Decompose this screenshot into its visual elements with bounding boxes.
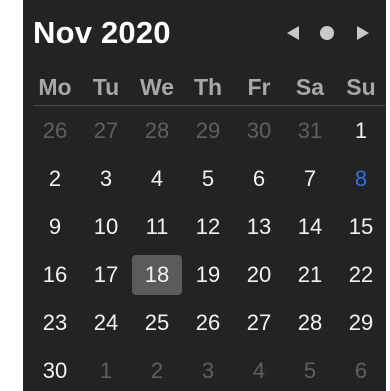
- weekday-label: Sa: [295, 74, 325, 100]
- day-cell[interactable]: 25: [132, 303, 182, 343]
- day-cell[interactable]: 28: [285, 303, 335, 343]
- day-cell[interactable]: 10: [81, 207, 131, 247]
- weekday-label: We: [139, 74, 175, 100]
- day-cell[interactable]: 3: [183, 351, 233, 391]
- day-cell[interactable]: 5: [183, 159, 233, 199]
- calendar-grid: 26 27 28 29 30 31 1 2 3 4 5 6 7 8 9 10 1…: [23, 111, 386, 391]
- day-cell[interactable]: 3: [81, 159, 131, 199]
- day-cell[interactable]: 1: [336, 111, 386, 151]
- weekday-divider: [33, 105, 385, 106]
- weekday-header-row: Mo Tu We Th Fr Sa Su: [23, 68, 386, 106]
- day-cell[interactable]: 9: [30, 207, 80, 247]
- day-cell[interactable]: 11: [132, 207, 182, 247]
- day-cell[interactable]: 24: [81, 303, 131, 343]
- day-cell[interactable]: 12: [183, 207, 233, 247]
- weekday-label: Tu: [92, 74, 120, 100]
- month-year-title: Nov 2020: [33, 15, 171, 50]
- day-cell[interactable]: 30: [30, 351, 80, 391]
- day-cell[interactable]: 15: [336, 207, 386, 247]
- day-cell[interactable]: 30: [234, 111, 284, 151]
- day-cell[interactable]: 1: [81, 351, 131, 391]
- dot-icon: [320, 26, 334, 40]
- day-cell[interactable]: 13: [234, 207, 284, 247]
- day-cell[interactable]: 27: [81, 111, 131, 151]
- selected-day-cell[interactable]: 18: [132, 255, 182, 295]
- day-cell[interactable]: 26: [30, 111, 80, 151]
- month-navigation: [281, 20, 377, 46]
- weekday-label: Fr: [247, 74, 271, 100]
- triangle-left-icon: [287, 26, 299, 40]
- day-cell[interactable]: 27: [234, 303, 284, 343]
- day-cell[interactable]: 26: [183, 303, 233, 343]
- day-cell[interactable]: 6: [234, 159, 284, 199]
- today-button[interactable]: [315, 20, 339, 46]
- next-month-button[interactable]: [351, 20, 375, 46]
- day-cell[interactable]: 21: [285, 255, 335, 295]
- day-cell[interactable]: 5: [285, 351, 335, 391]
- day-cell[interactable]: 19: [183, 255, 233, 295]
- calendar-widget: Nov 2020 Mo Tu We Th Fr Sa Su 26 27 28 2…: [23, 0, 386, 391]
- weekday-label: Mo: [38, 74, 72, 100]
- day-cell[interactable]: 4: [234, 351, 284, 391]
- day-cell[interactable]: 17: [81, 255, 131, 295]
- day-cell[interactable]: 6: [336, 351, 386, 391]
- day-cell[interactable]: 29: [183, 111, 233, 151]
- triangle-right-icon: [357, 26, 369, 40]
- day-cell[interactable]: 29: [336, 303, 386, 343]
- calendar-header: Nov 2020: [23, 10, 386, 54]
- day-cell[interactable]: 16: [30, 255, 80, 295]
- day-cell-today-marker[interactable]: 8: [336, 159, 386, 199]
- day-cell[interactable]: 20: [234, 255, 284, 295]
- day-cell[interactable]: 2: [30, 159, 80, 199]
- weekday-label: Su: [346, 74, 376, 100]
- day-cell[interactable]: 22: [336, 255, 386, 295]
- day-cell[interactable]: 2: [132, 351, 182, 391]
- day-cell[interactable]: 14: [285, 207, 335, 247]
- day-cell[interactable]: 4: [132, 159, 182, 199]
- day-cell[interactable]: 7: [285, 159, 335, 199]
- day-cell[interactable]: 23: [30, 303, 80, 343]
- day-cell[interactable]: 31: [285, 111, 335, 151]
- previous-month-button[interactable]: [281, 20, 305, 46]
- weekday-label: Th: [193, 74, 223, 100]
- day-cell[interactable]: 28: [132, 111, 182, 151]
